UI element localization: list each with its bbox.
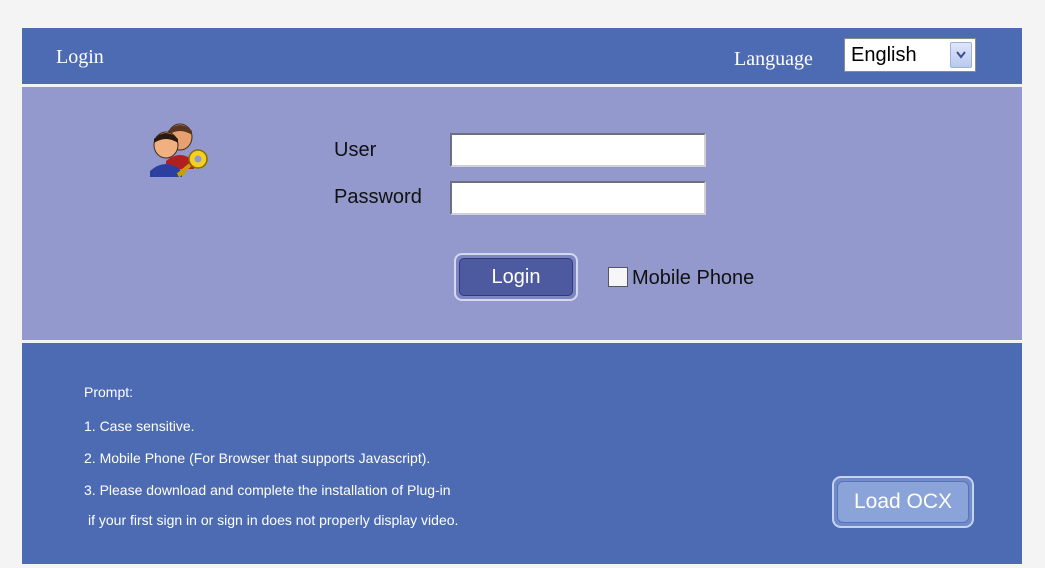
load-ocx-button[interactable]: Load OCX: [832, 476, 974, 528]
user-label: User: [334, 139, 377, 161]
user-input[interactable]: [450, 133, 706, 167]
password-input[interactable]: [450, 181, 706, 215]
language-select[interactable]: English: [844, 38, 976, 72]
login-form: User Password Login Mobile Phone: [22, 87, 1022, 343]
mobile-phone-checkbox[interactable]: [608, 267, 628, 287]
users-key-icon: [146, 119, 214, 179]
page-title: Login: [56, 46, 104, 68]
prompt-title: Prompt:: [84, 384, 134, 400]
prompt-line-1: 1. Case sensitive.: [84, 418, 195, 434]
chevron-down-icon[interactable]: [950, 42, 972, 68]
login-panel: Login Language English User Password Log…: [22, 28, 1022, 564]
prompt-line-3: 3. Please download and complete the inst…: [84, 482, 451, 498]
language-selected-value: English: [851, 44, 917, 66]
password-label: Password: [334, 186, 422, 208]
mobile-phone-label[interactable]: Mobile Phone: [632, 267, 754, 290]
prompt-line-2: 2. Mobile Phone (For Browser that suppor…: [84, 450, 431, 466]
login-header: Login Language English: [22, 28, 1022, 87]
load-ocx-button-label: Load OCX: [837, 481, 969, 523]
login-button[interactable]: Login: [454, 253, 578, 301]
prompt-line-4: if your first sign in or sign in does no…: [88, 512, 459, 528]
login-button-label: Login: [459, 258, 573, 296]
language-label: Language: [734, 48, 813, 70]
